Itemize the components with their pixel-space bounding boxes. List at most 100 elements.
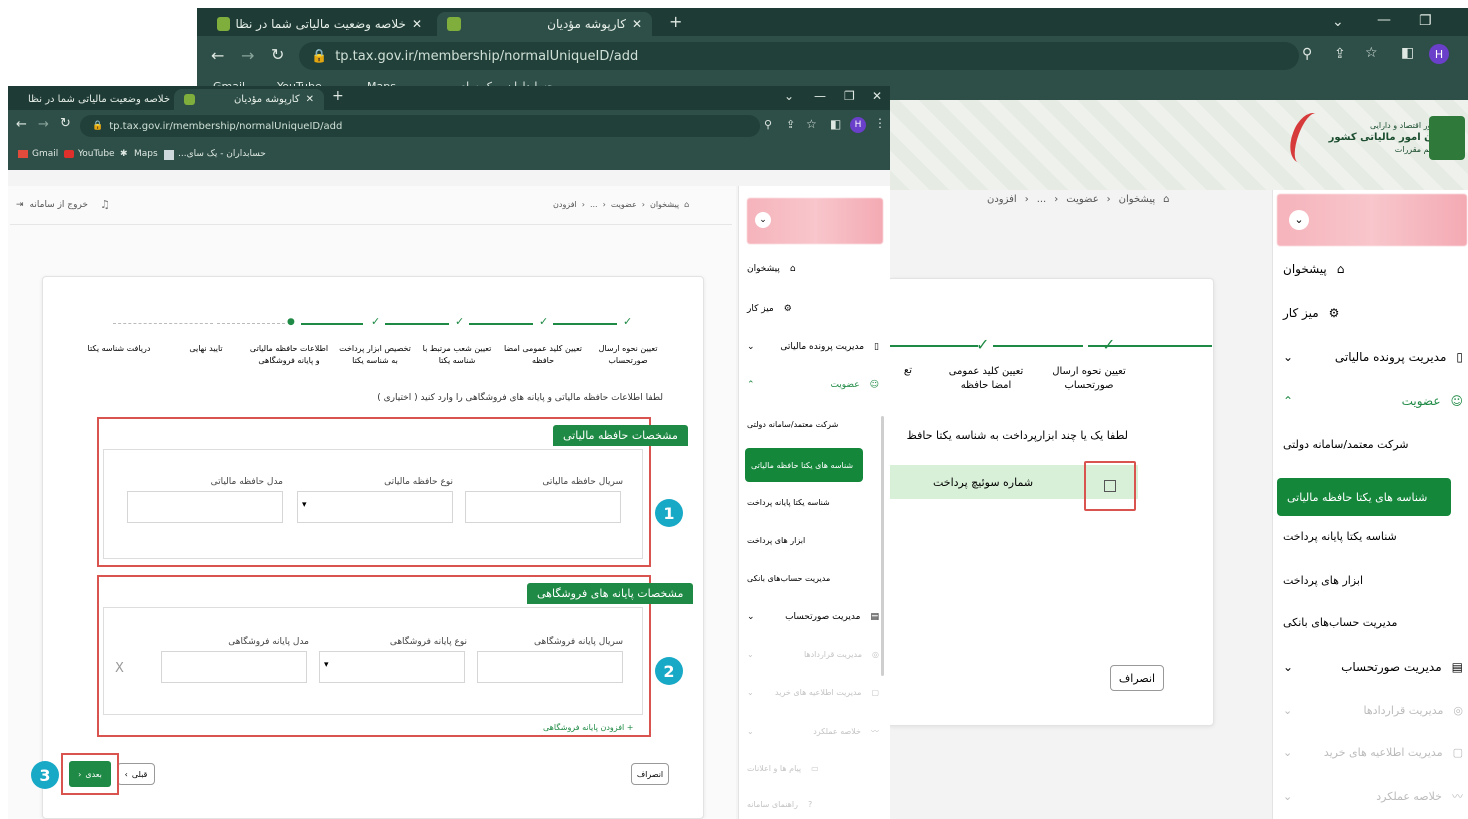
- share-icon[interactable]: ⇪: [1334, 46, 1346, 62]
- back-form-card: ✓ ✓ تعیین نحوه ارسال صورتحساب تعیین کلید…: [887, 278, 1214, 726]
- minimize-icon[interactable]: —: [1377, 12, 1391, 28]
- tab-search-chevron-icon[interactable]: ⌄: [784, 89, 794, 103]
- marker-1: 1: [655, 499, 683, 527]
- front-form-card: ● ✓ ✓ ✓ ✓ تعیین نحوه ارسال صورتحساب تعیی…: [31, 276, 704, 819]
- workdesk-icon: ⚙: [783, 304, 792, 314]
- front-tab-taxpayer-folder[interactable]: کارپوشه مؤدیان ✕: [174, 89, 324, 110]
- chevron-down-icon: ⌄: [1283, 704, 1293, 717]
- close-tab-icon[interactable]: ✕: [306, 94, 314, 105]
- sidebar-item-trusted-company[interactable]: شرکت معتمد/سامانه دولتی: [747, 420, 867, 429]
- back-tab-tax-summary[interactable]: خلاصه وضعیت مالیاتی شما در نظا ✕: [207, 12, 432, 36]
- sidebar-item-bank-accounts[interactable]: مدیریت حساب‌های بانکی: [1283, 616, 1451, 629]
- fiscal-memory-type-select[interactable]: ▾: [297, 491, 453, 523]
- checkbox-highlight: [1084, 461, 1136, 511]
- sidebar-item-contracts[interactable]: ◎ مدیریت قراردادها ⌄: [747, 650, 879, 659]
- fiscal-memory-model-input[interactable]: [127, 491, 283, 523]
- payment-switch-checkbox[interactable]: [1104, 480, 1116, 492]
- sidebar-item-performance-summary[interactable]: 〰 خلاصه عملکرد ⌄: [747, 726, 879, 737]
- forward-arrow-icon[interactable]: →: [38, 117, 49, 132]
- pos-serial-input[interactable]: [477, 651, 623, 683]
- sidebar-item-payment-tools[interactable]: ابزار های پرداخت: [747, 536, 867, 545]
- sidebar-item-invoices[interactable]: ▤ مدیریت صورتحساب ⌄: [1283, 660, 1463, 674]
- sidebar-item-messages[interactable]: ▭ پیام ها و اعلانات: [747, 764, 879, 773]
- sidebar-item-dashboard[interactable]: ⌂ پیشخوان: [1283, 262, 1463, 276]
- sidebar-item-bank-accounts[interactable]: مدیریت حساب‌های بانکی: [747, 574, 867, 583]
- dropdown-arrow-icon: ▾: [324, 660, 329, 670]
- back-arrow-icon[interactable]: ←: [211, 46, 224, 65]
- national-emblem-icon: [1429, 116, 1465, 160]
- reload-icon[interactable]: ↻: [60, 116, 71, 131]
- bookmark-star-icon[interactable]: ☆: [806, 117, 817, 131]
- sidepanel-icon[interactable]: ◧: [830, 117, 841, 131]
- sidebar-item-tax-file[interactable]: ▯ مدیریت پرونده مالیاتی ⌄: [1283, 350, 1463, 364]
- forward-arrow-icon[interactable]: →: [241, 46, 254, 65]
- sidebar-item-contracts[interactable]: ◎ مدیریت قراردادها ⌄: [1283, 704, 1463, 717]
- fiscal-memory-serial-input[interactable]: [465, 491, 621, 523]
- sidepanel-icon[interactable]: ◧: [1401, 45, 1414, 61]
- front-address-bar[interactable]: 🔒 tp.tax.gov.ir/membership/normalUniqueI…: [80, 115, 760, 137]
- sidebar-item-payment-tools[interactable]: ابزار های پرداخت: [1283, 574, 1451, 587]
- marker-3: 3: [31, 761, 59, 789]
- sidebar-item-payment-terminal-id[interactable]: شناسه یکتا پایانه پرداخت: [1283, 530, 1451, 543]
- bookmark-accountants[interactable]: حسابداران - یک سای...: [178, 149, 266, 159]
- next-button[interactable]: بعدی ‹: [69, 761, 111, 787]
- notification-bell-icon[interactable]: ♫: [100, 198, 110, 211]
- bookmark-maps[interactable]: Maps: [134, 149, 158, 159]
- sidebar-item-tax-file[interactable]: ▯ مدیریت پرونده مالیاتی ⌄: [747, 342, 879, 352]
- remove-terminal-button[interactable]: X: [115, 661, 124, 676]
- reload-icon[interactable]: ↻: [271, 45, 284, 64]
- bookmark-youtube[interactable]: YouTube: [78, 149, 115, 159]
- user-menu-chevron-icon[interactable]: ⌄: [1289, 210, 1309, 230]
- profile-avatar[interactable]: H: [1429, 44, 1449, 64]
- pos-type-select[interactable]: ▾: [319, 651, 465, 683]
- cancel-button[interactable]: انصراف: [1110, 665, 1164, 691]
- marker-2: 2: [655, 657, 683, 685]
- chevron-down-icon: ⌄: [747, 688, 754, 697]
- sidebar-item-memory-unique-ids[interactable]: شناسه های یکتا حافظه مالیاتی: [745, 448, 863, 482]
- bookmark-gmail[interactable]: Gmail: [32, 149, 58, 159]
- message-icon: ▭: [811, 764, 819, 773]
- close-tab-icon[interactable]: ✕: [412, 17, 422, 31]
- close-tab-icon[interactable]: ✕: [632, 17, 642, 31]
- previous-button[interactable]: قبلی ›: [117, 763, 155, 785]
- sidebar-item-memory-unique-ids[interactable]: شناسه های یکتا حافظه مالیاتی: [1277, 478, 1451, 516]
- add-terminal-link[interactable]: + افزودن پایانه فروشگاهی: [543, 723, 633, 732]
- minimize-icon[interactable]: —: [814, 89, 826, 103]
- pos-model-input[interactable]: [161, 651, 307, 683]
- sidebar-item-purchase-notices[interactable]: ▢ مدیریت اطلاعیه های خرید ⌄: [1283, 746, 1463, 759]
- user-menu-chevron-icon[interactable]: ⌄: [755, 212, 771, 228]
- tab-search-chevron-icon[interactable]: ⌄: [1332, 14, 1344, 30]
- sidebar-item-trusted-company[interactable]: شرکت معتمد/سامانه دولتی: [1283, 438, 1451, 451]
- back-arrow-icon[interactable]: ←: [16, 117, 27, 132]
- bookmark-star-icon[interactable]: ☆: [1365, 45, 1378, 61]
- back-tab-taxpayer-folder[interactable]: کارپوشه مؤدیان ✕: [437, 12, 652, 36]
- step-label: دریافت شناسه یکتا: [87, 344, 151, 353]
- sidebar-item-dashboard[interactable]: ⌂ پیشخوان: [747, 264, 879, 274]
- restore-icon[interactable]: ❐: [1419, 13, 1432, 29]
- sidebar-item-purchase-notices[interactable]: ▢ مدیریت اطلاعیه های خرید ⌄: [747, 688, 879, 697]
- sidebar-item-help[interactable]: ? راهنمای سامانه: [747, 800, 879, 809]
- close-window-icon[interactable]: ✕: [872, 89, 882, 103]
- front-tab-tax-summary[interactable]: خلاصه وضعیت مالیاتی شما در نظا ✕: [12, 89, 184, 109]
- zoom-icon[interactable]: ⚲: [764, 118, 772, 131]
- pos-serial-label: سریال پایانه فروشگاهی: [534, 637, 623, 647]
- more-menu-icon[interactable]: ⋮: [874, 116, 886, 130]
- sidebar-item-workdesk[interactable]: ⚙ میز کار: [1283, 306, 1463, 320]
- cancel-button[interactable]: انصراف: [631, 763, 669, 785]
- profile-avatar[interactable]: H: [850, 117, 866, 133]
- back-address-bar[interactable]: 🔒 tp.tax.gov.ir/membership/normalUniqueI…: [299, 42, 1299, 70]
- zoom-icon[interactable]: ⚲: [1302, 46, 1312, 62]
- sidebar-item-invoices[interactable]: ▤ مدیریت صورتحساب ⌄: [747, 612, 879, 622]
- sidebar-item-membership[interactable]: ☺ عضویت ⌃: [747, 380, 879, 390]
- sidebar-item-payment-terminal-id[interactable]: شناسه یکتا پایانه پرداخت: [747, 498, 867, 507]
- share-icon[interactable]: ⇪: [786, 118, 795, 131]
- sidebar-item-membership[interactable]: ☺ عضویت ⌃: [1283, 394, 1463, 408]
- sidebar-item-workdesk[interactable]: ⚙ میز کار: [747, 304, 879, 314]
- sidebar-item-performance-summary[interactable]: 〰 خلاصه عملکرد ⌄: [1283, 788, 1463, 804]
- new-tab-button[interactable]: +: [669, 12, 682, 31]
- restore-icon[interactable]: ❐: [844, 89, 855, 103]
- new-tab-button[interactable]: +: [332, 88, 344, 104]
- accountants-icon: [164, 150, 174, 160]
- sidebar-scrollbar[interactable]: [881, 416, 884, 676]
- logout-link[interactable]: ⇥ خروج از سامانه: [16, 200, 88, 210]
